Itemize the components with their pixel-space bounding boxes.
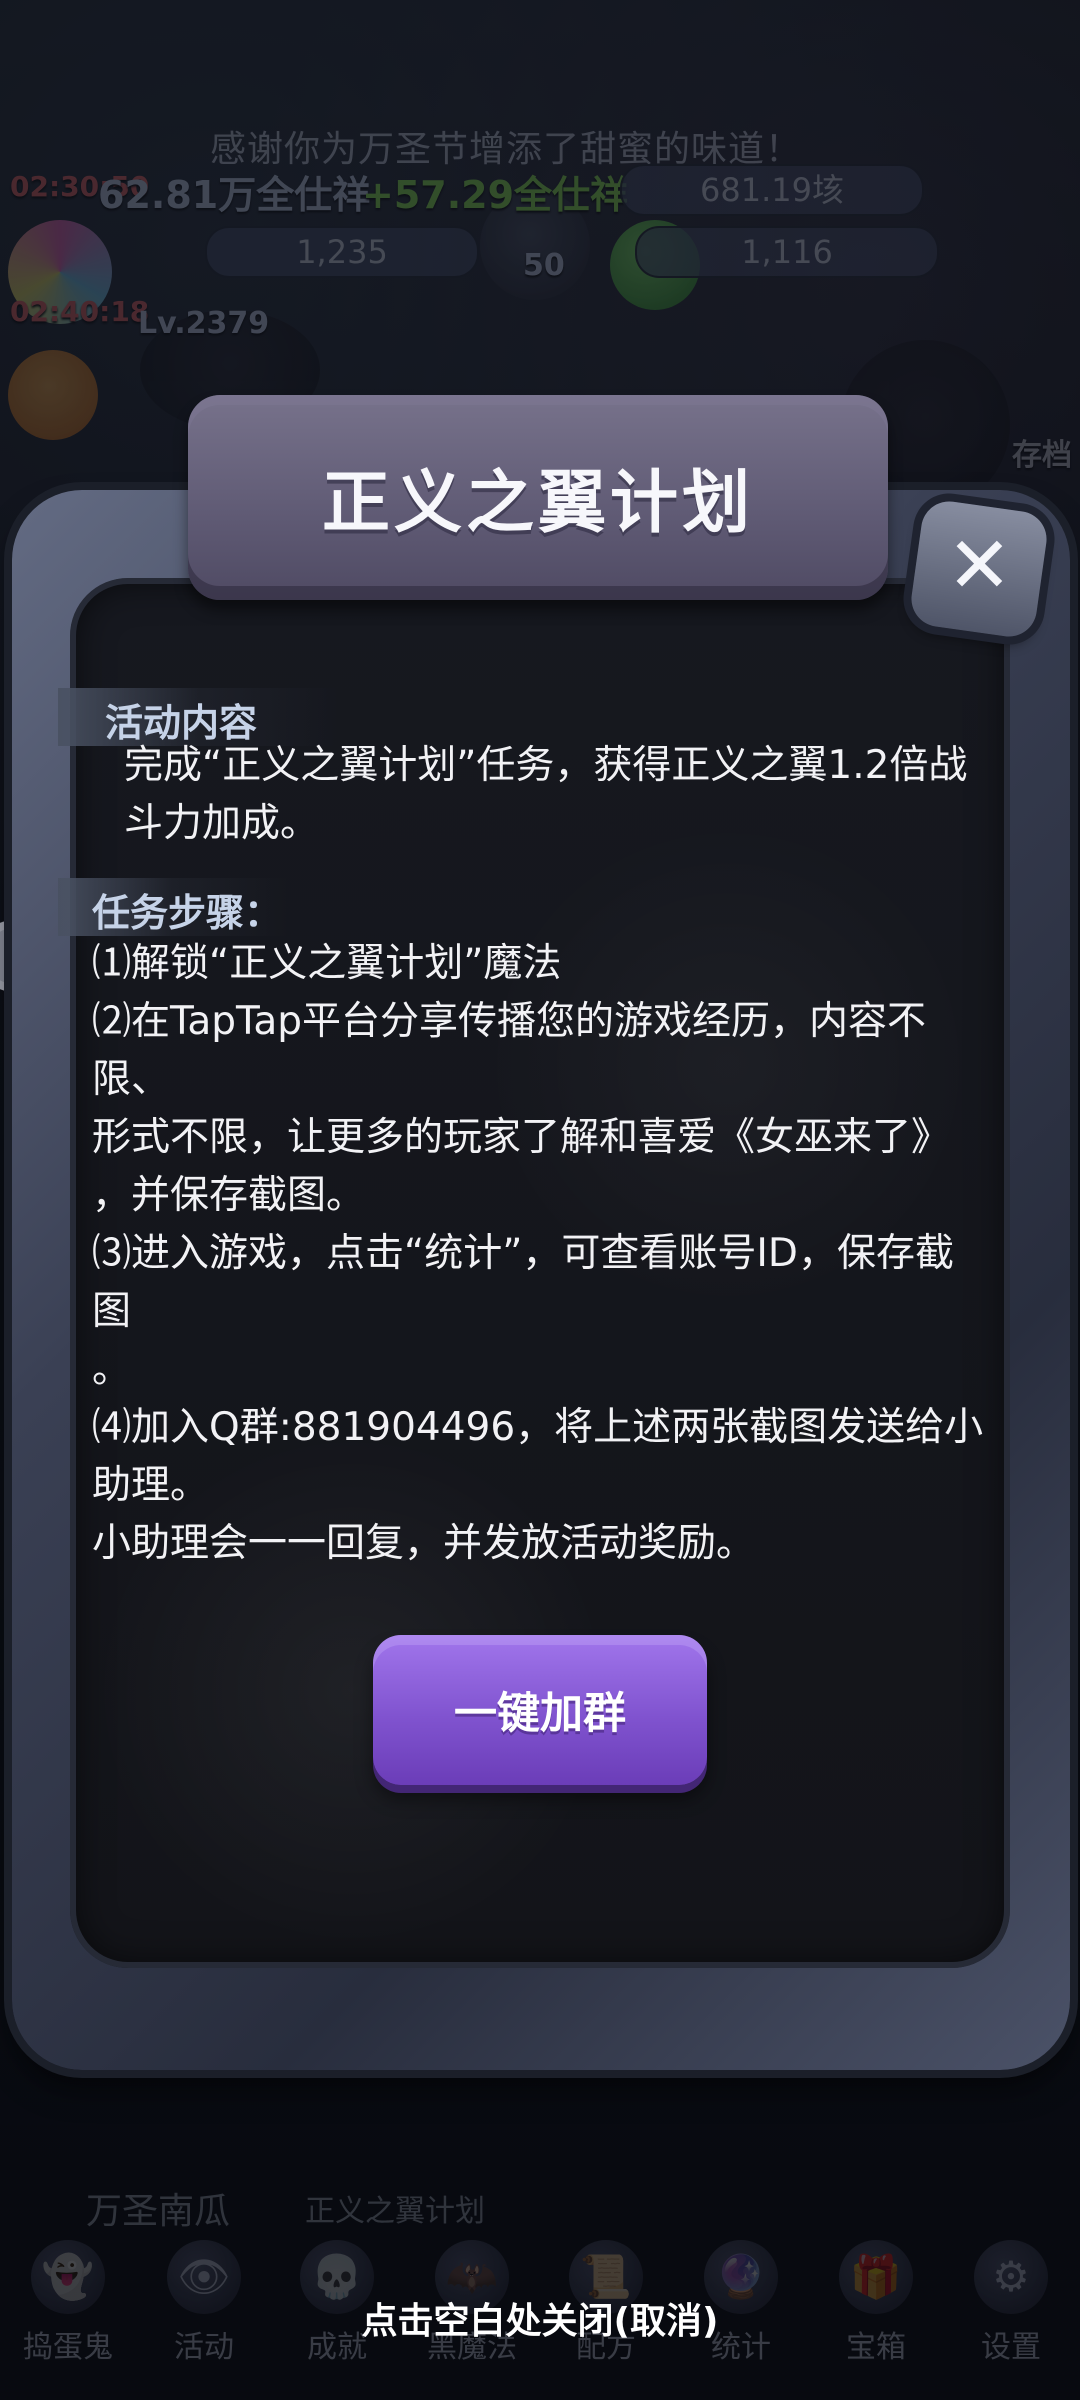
- task-step-1: ⑴解锁“正义之翼计划”魔法: [92, 941, 562, 986]
- task-step-2-line-1: ⑵在TapTap平台分享传播您的游戏经历，内容不限、: [92, 999, 927, 1102]
- close-button[interactable]: ✕: [907, 497, 1051, 641]
- task-step-2-line-3: ，并保存截图。: [92, 1173, 366, 1218]
- activity-content-line-1: 完成“正义之翼计划”任务，获得正义之翼1.2倍战: [124, 743, 968, 788]
- modal-title: 正义之翼计划: [321, 464, 754, 543]
- task-steps-list: ⑴解锁“正义之翼计划”魔法 ⑵在TapTap平台分享传播您的游戏经历，内容不限、…: [92, 935, 992, 1573]
- task-step-3-line-2: 。: [92, 1347, 132, 1392]
- join-group-button[interactable]: 一键加群: [373, 1635, 707, 1785]
- activity-content-line-2: 斗力加成。: [124, 801, 320, 846]
- task-step-3-line-1: ⑶进入游戏，点击“统计”，可查看账号ID，保存截图: [92, 1231, 954, 1334]
- close-icon: ✕: [946, 521, 1013, 612]
- close-hint[interactable]: 点击空白处关闭(取消): [0, 2292, 1080, 2344]
- game-screen: 感谢你为万圣节增添了甜蜜的味道！ 02:30:50 02:40:18 62.81…: [0, 0, 1080, 2400]
- task-step-2-line-2: 形式不限，让更多的玩家了解和喜爱《女巫来了》: [92, 1115, 951, 1160]
- steps-heading: 任务步骤：: [92, 891, 283, 935]
- join-group-button-label: 一键加群: [454, 1689, 626, 1739]
- task-step-4-line-2: 小助理会一一回复，并发放活动奖励。: [92, 1521, 756, 1566]
- task-step-4-line-1: ⑷加入Q群:881904496，将上述两张截图发送给小助理。: [92, 1405, 984, 1508]
- modal-title-board: 正义之翼计划: [188, 395, 888, 600]
